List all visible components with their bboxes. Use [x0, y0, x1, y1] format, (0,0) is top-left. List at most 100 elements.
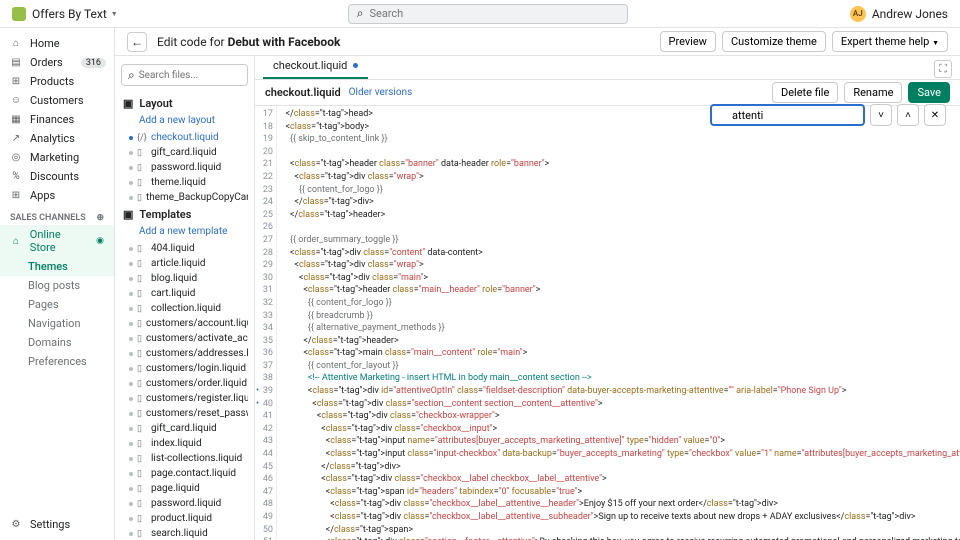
delete-file-button[interactable]: Delete file — [772, 82, 838, 103]
fullscreen-button[interactable]: ⛶ — [934, 60, 952, 78]
file-item[interactable]: ▯gift_card.liquid — [121, 421, 248, 436]
search-icon: ⌕ — [357, 6, 364, 21]
find-prev-button[interactable]: ˄ — [897, 104, 919, 126]
file-item[interactable]: ▯customers/account.liquid — [121, 316, 248, 331]
file-item[interactable]: ▯gift_card.liquid — [121, 145, 248, 160]
subnav-preferences[interactable]: Preferences — [0, 352, 114, 371]
status-dot-icon — [129, 337, 133, 341]
nav-settings[interactable]: ⚙ Settings — [0, 515, 80, 534]
file-icon: ▯ — [137, 259, 147, 269]
customize-button[interactable]: Customize theme — [722, 31, 826, 52]
file-search[interactable]: ⌕ — [121, 64, 248, 86]
user-menu[interactable]: AJ Andrew Jones — [850, 6, 948, 22]
status-dot-icon — [129, 307, 133, 311]
file-item[interactable]: ▯theme.liquid — [121, 175, 248, 190]
file-icon: ▯ — [137, 244, 147, 254]
find-input[interactable] — [710, 104, 865, 126]
section-layout[interactable]: ▣Layout — [121, 94, 248, 113]
file-icon: ▯ — [137, 364, 142, 374]
add-layout-link[interactable]: Add a new layout — [121, 113, 248, 130]
subnav-domains[interactable]: Domains — [0, 333, 114, 352]
file-icon: ▯ — [137, 454, 147, 464]
status-dot-icon — [129, 262, 133, 266]
nav-discounts[interactable]: %Discounts — [0, 167, 114, 186]
file-item[interactable]: ▯page.liquid — [121, 481, 248, 496]
file-item[interactable]: ▯search.liquid — [121, 526, 248, 540]
file-item[interactable]: ▯customers/activate_account.liquid — [121, 331, 248, 346]
search-input[interactable] — [369, 7, 618, 20]
file-item[interactable]: ▯customers/order.liquid — [121, 376, 248, 391]
search-icon: ⌕ — [128, 68, 135, 83]
status-dot-icon — [129, 382, 133, 386]
avatar: AJ — [850, 6, 866, 22]
nav-apps[interactable]: ⊞Apps — [0, 186, 114, 205]
back-button[interactable]: ← — [127, 32, 147, 52]
file-item[interactable]: ▯page.contact.liquid — [121, 466, 248, 481]
file-item[interactable]: ▯404.liquid — [121, 241, 248, 256]
file-icon: ▯ — [137, 514, 147, 524]
editor-tab[interactable]: checkout.liquid — [263, 56, 368, 79]
file-item[interactable]: ▯blog.liquid — [121, 271, 248, 286]
subnav-navigation[interactable]: Navigation — [0, 314, 114, 333]
save-button[interactable]: Save — [908, 82, 950, 103]
subnav-blog-posts[interactable]: Blog posts — [0, 276, 114, 295]
eye-icon[interactable]: ◉ — [96, 236, 104, 246]
subnav-pages[interactable]: Pages — [0, 295, 114, 314]
find-close-button[interactable]: ✕ — [924, 104, 946, 126]
status-dot-icon — [129, 397, 133, 401]
rename-button[interactable]: Rename — [844, 82, 902, 103]
folder-icon: ▣ — [123, 208, 133, 221]
status-dot-icon — [129, 427, 133, 431]
status-dot-icon — [129, 487, 133, 491]
add-channel-icon[interactable]: ⊕ — [96, 213, 104, 223]
user-name: Andrew Jones — [872, 7, 948, 21]
nav-analytics[interactable]: ↗Analytics — [0, 129, 114, 148]
nav-products[interactable]: ⊞Products — [0, 72, 114, 91]
preview-button[interactable]: Preview — [660, 31, 716, 52]
file-item[interactable]: {/}checkout.liquid — [121, 130, 248, 145]
nav-home[interactable]: ⌂Home — [0, 34, 114, 53]
file-item[interactable]: ▯customers/register.liquid — [121, 391, 248, 406]
file-item[interactable]: ▯password.liquid — [121, 160, 248, 175]
status-dot-icon — [129, 136, 133, 140]
file-item[interactable]: ▯list-collections.liquid — [121, 451, 248, 466]
help-button[interactable]: Expert theme help ▼ — [832, 31, 948, 52]
global-search[interactable]: ⌕ — [348, 4, 628, 24]
file-item[interactable]: ▯index.liquid — [121, 436, 248, 451]
filename: checkout.liquid — [265, 86, 341, 99]
file-item[interactable]: ▯theme_BackupCopyCartHook.liquid — [121, 190, 248, 205]
find-next-button[interactable]: ˅ — [870, 104, 892, 126]
file-item[interactable]: ▯password.liquid — [121, 496, 248, 511]
file-search-input[interactable] — [139, 70, 241, 81]
file-item[interactable]: ▯article.liquid — [121, 256, 248, 271]
nav-customers[interactable]: ☺Customers — [0, 91, 114, 110]
app-name[interactable]: Offers By Text — [32, 7, 107, 21]
status-dot-icon — [129, 457, 133, 461]
file-item[interactable]: ▯customers/login.liquid — [121, 361, 248, 376]
subnav-themes[interactable]: Themes — [0, 257, 114, 276]
file-item[interactable]: ▯customers/addresses.liquid — [121, 346, 248, 361]
store-icon: ⌂ — [10, 235, 22, 247]
older-versions-link[interactable]: Older versions — [349, 87, 413, 98]
nav-online-store[interactable]: ⌂ Online Store ◉ — [0, 225, 114, 257]
code-lines[interactable]: </class="t-tag">head> <class="t-tag">bod… — [277, 106, 960, 540]
file-icon: ▯ — [137, 178, 147, 188]
chevron-down-icon[interactable]: ▼ — [111, 10, 118, 18]
status-dot-icon — [129, 472, 133, 476]
file-item[interactable]: ▯collection.liquid — [121, 301, 248, 316]
nav-icon: ▦ — [10, 114, 22, 126]
code-area[interactable]: 1718192021222324252627282930313233343536… — [255, 106, 960, 540]
nav-finances[interactable]: ▦Finances — [0, 110, 114, 129]
nav-icon: ⊞ — [10, 76, 22, 88]
file-icon: ▯ — [137, 499, 147, 509]
add-template-link[interactable]: Add a new template — [121, 224, 248, 241]
file-icon: ▯ — [137, 529, 147, 539]
file-item[interactable]: ▯product.liquid — [121, 511, 248, 526]
file-item[interactable]: ▯cart.liquid — [121, 286, 248, 301]
section-templates[interactable]: ▣Templates — [121, 205, 248, 224]
nav-icon: ☺ — [10, 95, 22, 107]
folder-icon: ▣ — [123, 97, 133, 110]
file-item[interactable]: ▯customers/reset_password.liquid — [121, 406, 248, 421]
nav-marketing[interactable]: ◎Marketing — [0, 148, 114, 167]
nav-orders[interactable]: ▤Orders316 — [0, 53, 114, 72]
